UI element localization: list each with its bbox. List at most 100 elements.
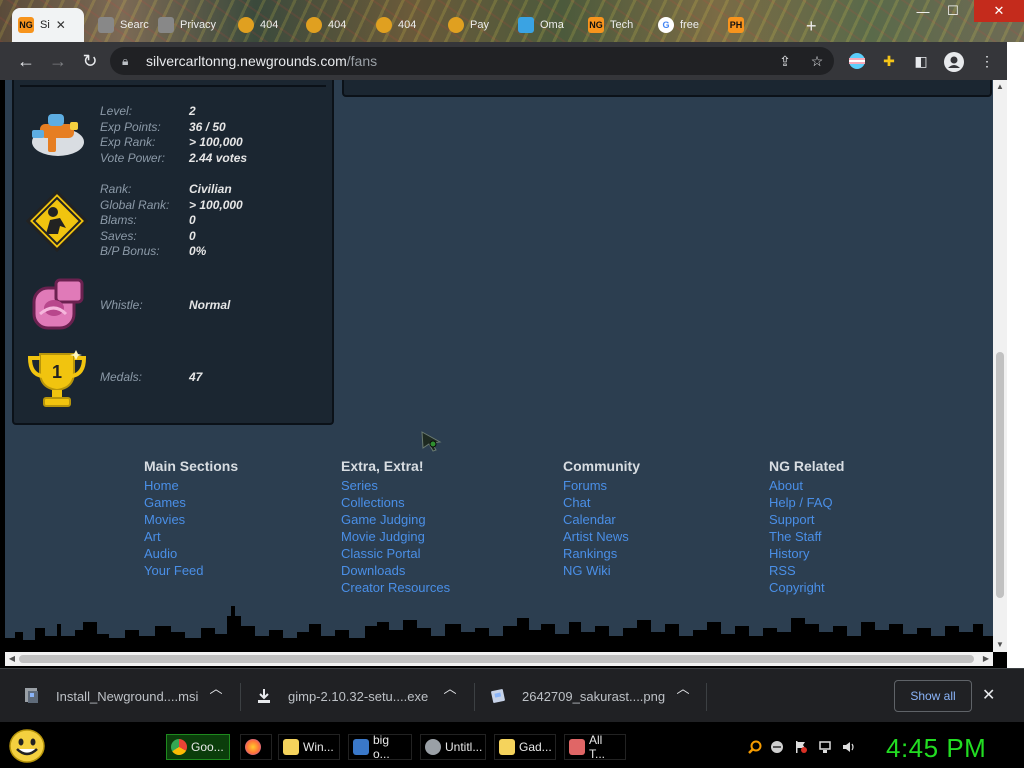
taskbar-button-all-tasks[interactable]: All T... — [564, 733, 626, 761]
close-window-button[interactable]: ✕ — [974, 0, 1024, 22]
footer-link-art[interactable]: Art — [144, 528, 238, 545]
tab-title: 404 — [398, 19, 417, 31]
new-tab-button[interactable]: + — [806, 16, 817, 37]
taskbar-button-big[interactable]: big o... — [348, 733, 412, 761]
footer-link-forums[interactable]: Forums — [563, 477, 640, 494]
footer-link-series[interactable]: Series — [341, 477, 450, 494]
share-icon[interactable]: ⇪ — [776, 52, 794, 70]
forward-arrow-icon[interactable]: → — [48, 51, 68, 71]
chevron-up-icon[interactable]: ︿ — [208, 678, 224, 697]
status-tray-icon[interactable] — [770, 740, 784, 754]
stat-value: 0% — [189, 244, 207, 258]
side-panel-icon[interactable]: ◧ — [912, 52, 930, 70]
close-download-shelf-icon[interactable]: ✕ — [982, 685, 995, 705]
newgrounds-favicon-icon: NG — [588, 17, 604, 33]
chevron-up-icon[interactable]: ︿ — [675, 678, 691, 697]
action-center-flag-icon[interactable] — [794, 740, 808, 754]
show-all-downloads-button[interactable]: Show all — [894, 680, 972, 712]
taskbar-button-chrome[interactable]: Goo... — [166, 734, 230, 760]
tab[interactable]: Privacy — [152, 8, 222, 42]
scroll-down-arrow-icon[interactable]: ▼ — [993, 638, 1007, 652]
footer-link-chat[interactable]: Chat — [563, 494, 640, 511]
footer-extra: Extra, Extra! Series Collections Game Ju… — [341, 458, 450, 596]
stat-label: B/P Bonus: — [100, 244, 160, 258]
vertical-scrollbar[interactable]: ▲ ▼ — [993, 80, 1007, 652]
tab[interactable]: Searc — [92, 8, 155, 42]
tab[interactable]: 404 — [370, 8, 422, 42]
horizontal-scrollbar[interactable]: ◀ ▶ — [5, 652, 993, 666]
download-item[interactable]: Install_Newground....msi — [24, 678, 198, 714]
address-bar[interactable]: 🔒︎ silvercarltonng.newgrounds.com/fans — [110, 47, 834, 75]
tools-icon — [569, 739, 585, 755]
taskbar-button-windows-explorer[interactable]: Win... — [278, 734, 340, 760]
footer-link-support[interactable]: Support — [769, 511, 844, 528]
footer-link-downloads[interactable]: Downloads — [341, 562, 450, 579]
footer-link-movie-judging[interactable]: Movie Judging — [341, 528, 450, 545]
extension-flag-icon[interactable] — [848, 52, 866, 70]
footer-link-audio[interactable]: Audio — [144, 545, 238, 562]
divider — [240, 683, 241, 711]
stat-label: Vote Power: — [100, 150, 165, 165]
smiley-start-button-icon[interactable] — [8, 728, 46, 764]
tab[interactable]: 404 — [232, 8, 284, 42]
download-item[interactable]: gimp-2.10.32-setu....exe — [256, 678, 428, 714]
volume-speaker-icon[interactable] — [842, 740, 856, 754]
footer-link-history[interactable]: History — [769, 545, 844, 562]
stat-vote-power: Vote Power: 2.44 votes — [100, 151, 247, 167]
footer-link-creator-resources[interactable]: Creator Resources — [341, 579, 450, 596]
taskbar-clock[interactable]: 4:45 PM — [886, 733, 986, 764]
footer-link-the-staff[interactable]: The Staff — [769, 528, 844, 545]
scroll-right-arrow-icon[interactable]: ▶ — [979, 652, 993, 666]
tab[interactable]: Pay — [442, 8, 495, 42]
tab[interactable]: Gfree — [652, 8, 705, 42]
search-tray-icon[interactable] — [748, 740, 762, 754]
footer-link-rankings[interactable]: Rankings — [563, 545, 640, 562]
footer-link-games[interactable]: Games — [144, 494, 238, 511]
reload-icon[interactable]: ↻ — [80, 51, 100, 71]
bookmark-star-icon[interactable]: ☆ — [808, 52, 826, 70]
extensions-puzzle-icon[interactable]: ✚ — [880, 52, 898, 70]
taskbar-button-label: big o... — [373, 733, 390, 761]
close-tab-icon[interactable]: ✕ — [56, 18, 66, 32]
scroll-left-arrow-icon[interactable]: ◀ — [5, 652, 19, 666]
taskbar: Goo... Win... big o... Untitl... Gad... … — [0, 722, 1024, 768]
stat-value: 36 / 50 — [189, 119, 226, 134]
taskbar-button-gadgets[interactable]: Gad... — [494, 734, 556, 760]
footer-link-copyright[interactable]: Copyright — [769, 579, 844, 596]
taskbar-button-firefox[interactable] — [240, 734, 272, 760]
profile-avatar-icon[interactable] — [944, 52, 964, 72]
stat-value: 2.44 votes — [189, 150, 248, 165]
tab[interactable]: PH — [722, 8, 750, 42]
tab[interactable]: Oma — [512, 8, 570, 42]
footer-link-help-faq[interactable]: Help / FAQ — [769, 494, 844, 511]
content-panel — [342, 80, 992, 97]
footer-link-home[interactable]: Home — [144, 477, 238, 494]
minimize-button[interactable]: — — [906, 0, 940, 22]
taskbar-button-untitled[interactable]: Untitl... — [420, 734, 486, 760]
stat-value: 2 — [189, 104, 196, 118]
footer-link-calendar[interactable]: Calendar — [563, 511, 640, 528]
scrollbar-thumb[interactable] — [19, 655, 974, 663]
footer-link-classic-portal[interactable]: Classic Portal — [341, 545, 450, 562]
tab[interactable]: 404 — [300, 8, 352, 42]
network-tray-icon[interactable] — [818, 740, 832, 754]
footer-link-collections[interactable]: Collections — [341, 494, 450, 511]
footer-link-your-feed[interactable]: Your Feed — [144, 562, 238, 579]
chevron-up-icon[interactable]: ︿ — [442, 678, 458, 697]
footer-link-about[interactable]: About — [769, 477, 844, 494]
menu-kebab-icon[interactable]: ⋮ — [978, 52, 996, 70]
back-arrow-icon[interactable]: ← — [16, 51, 36, 71]
tab[interactable]: NG Tech — [582, 8, 639, 42]
download-item[interactable]: 2642709_sakurast....png — [490, 678, 665, 714]
city-skyline-silhouette — [5, 606, 993, 652]
footer-link-movies[interactable]: Movies — [144, 511, 238, 528]
footer-link-game-judging[interactable]: Game Judging — [341, 511, 450, 528]
footer-heading: Community — [563, 458, 640, 474]
scroll-up-arrow-icon[interactable]: ▲ — [993, 80, 1007, 94]
tab-active[interactable]: NG Si ✕ — [12, 8, 84, 42]
maximize-button[interactable]: ☐ — [936, 0, 970, 22]
footer-link-artist-news[interactable]: Artist News — [563, 528, 640, 545]
footer-link-ng-wiki[interactable]: NG Wiki — [563, 562, 640, 579]
footer-link-rss[interactable]: RSS — [769, 562, 844, 579]
scrollbar-thumb[interactable] — [996, 352, 1004, 598]
